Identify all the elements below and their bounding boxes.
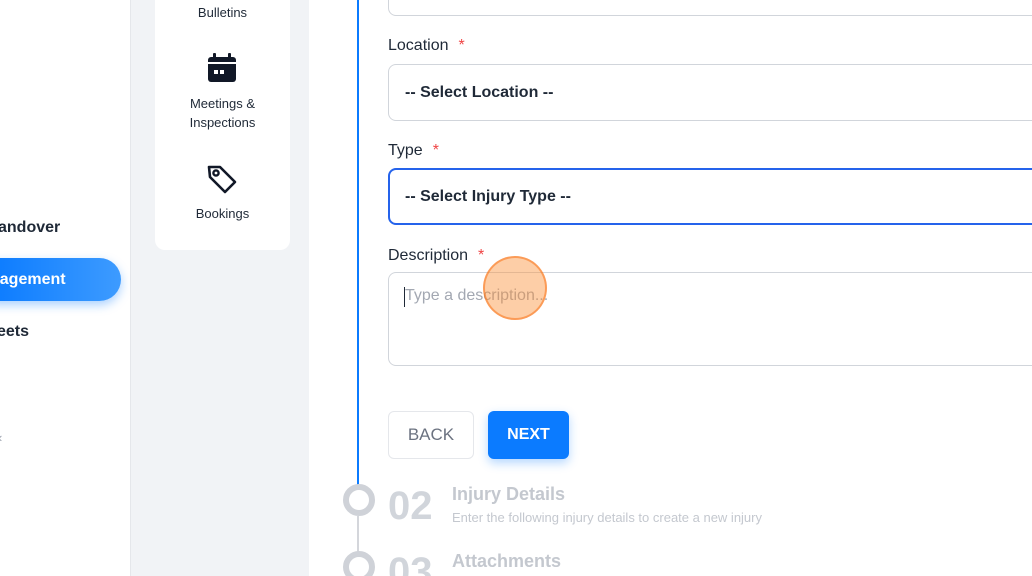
chevron-icon: ‹ [0,430,2,445]
sidebar: andover nagement eets ‹ [0,0,131,576]
quick-nav-meetings[interactable]: Meetings & Inspections [155,94,290,132]
calendar-icon[interactable] [206,52,238,84]
description-label: Description * [388,247,485,264]
step-number: 02 [388,484,433,528]
quick-nav-panel: Bulletins Meetings & Inspections Booking… [155,0,290,250]
location-label: Location * [388,37,465,54]
required-mark: * [432,142,439,159]
injury-type-select[interactable]: -- Select Injury Type -- [388,168,1032,225]
timeline-line [357,0,359,486]
type-label: Type * [388,142,439,159]
sidebar-item-handover[interactable]: andover [0,219,60,237]
click-indicator [483,256,547,320]
step-indicator [343,551,375,576]
step-title[interactable]: Attachments [452,551,561,572]
step-title[interactable]: Injury Details [452,484,565,505]
required-mark: * [458,37,465,54]
required-mark: * [478,247,485,264]
next-button[interactable]: NEXT [488,411,569,459]
previous-field[interactable] [388,0,1032,16]
location-select[interactable]: -- Select Location -- [388,64,1032,121]
step-number: 03 [388,550,433,576]
back-button[interactable]: BACK [388,411,474,459]
quick-nav-meetings-line1: Meetings & [189,96,256,111]
step-subtitle: Enter the following injury details to cr… [452,510,762,525]
sidebar-item-sheets[interactable]: eets [0,323,29,341]
quick-nav-bulletins[interactable]: Bulletins [155,3,290,22]
quick-nav-meetings-line2: Inspections [189,115,256,130]
text-caret [404,287,405,307]
step-indicator [343,484,375,516]
tag-icon[interactable] [206,163,238,195]
sidebar-item-label: nagement [0,271,66,288]
quick-nav-bookings[interactable]: Bookings [155,204,290,223]
sidebar-item-injury-management[interactable]: nagement [0,258,121,301]
